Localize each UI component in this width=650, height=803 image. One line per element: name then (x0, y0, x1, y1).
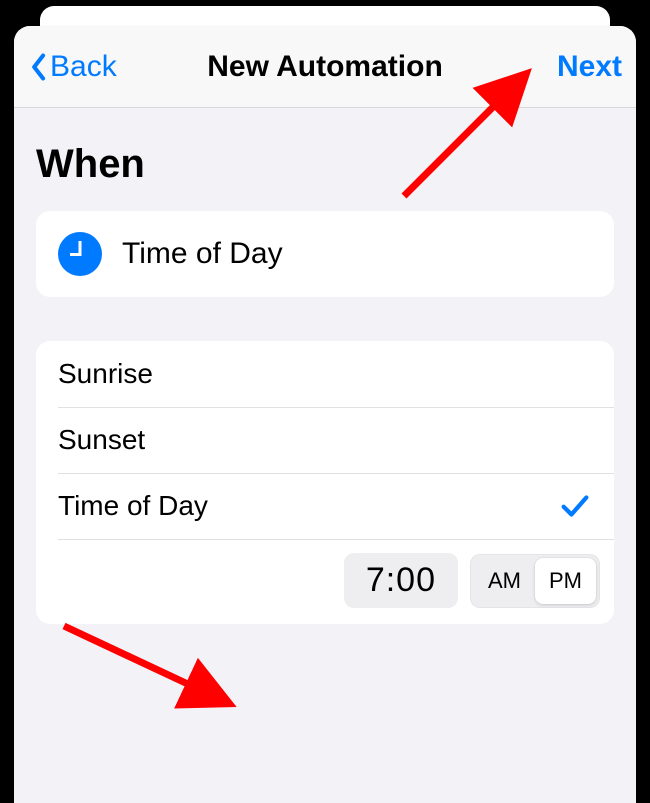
navigation-bar: Back New Automation Next (14, 26, 636, 108)
back-button[interactable]: Back (28, 50, 117, 84)
trigger-group: Time of Day (36, 211, 614, 297)
trigger-label: Time of Day (122, 237, 283, 271)
back-label: Back (50, 50, 117, 84)
trigger-row[interactable]: Time of Day (36, 211, 614, 297)
time-value[interactable]: 7:00 (344, 553, 458, 608)
option-sunrise[interactable]: Sunrise (36, 341, 614, 407)
time-picker-row: 7:00 AM PM (36, 539, 614, 624)
option-label: Time of Day (58, 490, 208, 522)
segment-am[interactable]: AM (474, 558, 535, 604)
checkmark-icon (558, 489, 592, 523)
annotation-arrow-icon (54, 606, 254, 726)
option-label: Sunset (58, 424, 145, 456)
time-options-group: Sunrise Sunset Time of Day 7:00 AM PM (36, 341, 614, 624)
clock-icon (58, 232, 102, 276)
segment-pm[interactable]: PM (535, 558, 596, 604)
option-label: Sunrise (58, 358, 153, 390)
next-button[interactable]: Next (557, 50, 622, 84)
section-heading: When (36, 108, 614, 211)
modal-sheet: Back New Automation Next When Time of Da… (14, 26, 636, 803)
option-time-of-day[interactable]: Time of Day (36, 473, 614, 539)
ampm-segmented-control[interactable]: AM PM (470, 554, 600, 608)
option-sunset[interactable]: Sunset (36, 407, 614, 473)
chevron-left-icon (28, 50, 48, 84)
